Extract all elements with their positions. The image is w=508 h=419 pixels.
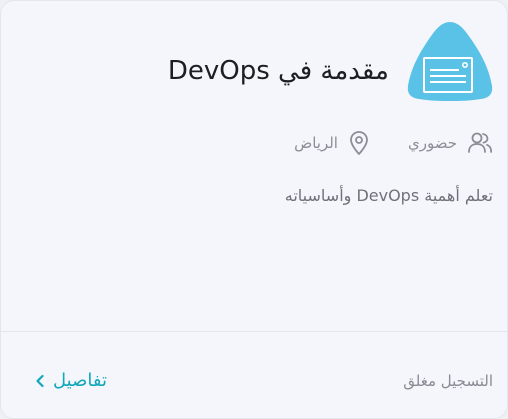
attendance-label: حضوري — [407, 134, 457, 152]
registration-status: التسجيل مغلق — [403, 372, 493, 390]
chevron-left-icon — [36, 374, 44, 388]
course-meta: حضوري الرياض — [294, 129, 493, 157]
attendance-type: حضوري — [408, 131, 493, 155]
location-label: الرياض — [294, 134, 338, 152]
course-description: تعلم أهمية DevOps وأساسياته — [284, 186, 493, 205]
users-icon — [468, 132, 493, 153]
details-label: تفاصيل — [53, 370, 107, 391]
map-pin-icon — [350, 131, 368, 155]
course-card: مقدمة في DevOps حضوري الرياض تعلم أهمية … — [0, 0, 508, 419]
certificate-document-icon — [407, 22, 493, 101]
card-divider — [1, 331, 507, 332]
course-title: مقدمة في DevOps — [167, 56, 389, 86]
location: الرياض — [294, 130, 370, 156]
details-link[interactable]: تفاصيل — [35, 367, 107, 395]
